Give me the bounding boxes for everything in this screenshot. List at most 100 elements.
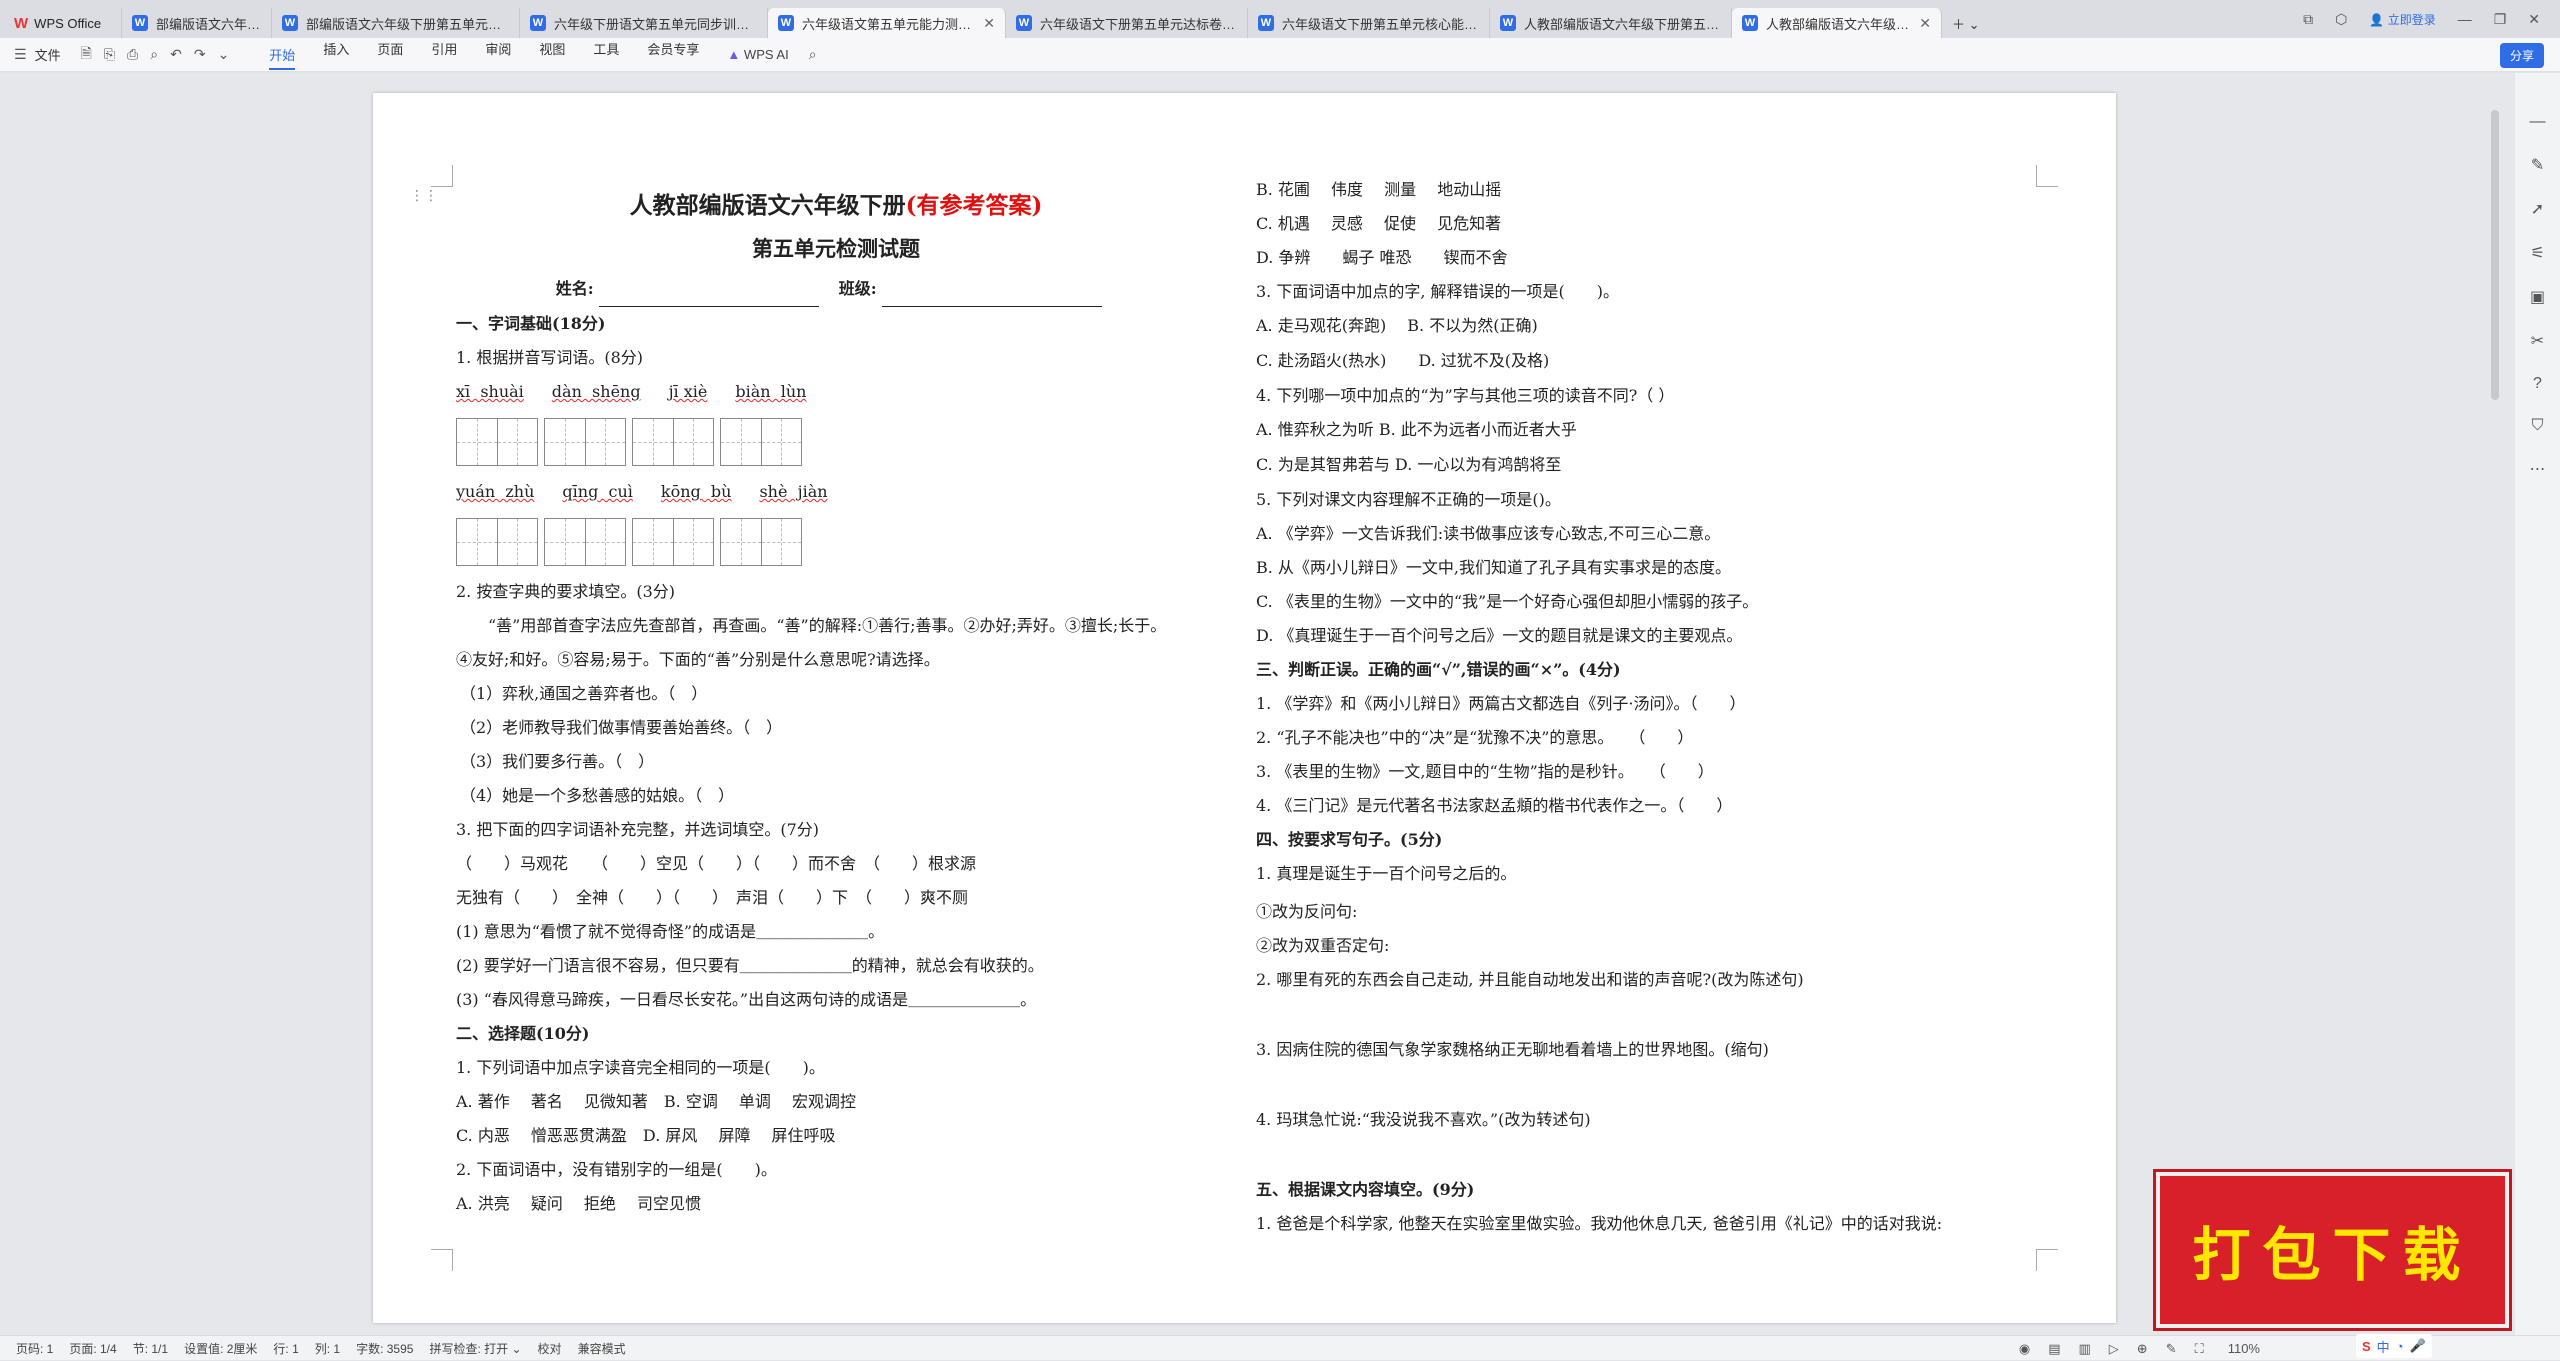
doc-tab-label: 人教部编版语文六年级下册第五单元 — [1524, 16, 1721, 32]
login-link[interactable]: 👤 立即登录 — [2369, 11, 2435, 28]
pen-icon[interactable]: ✎ — [2531, 155, 2544, 175]
ime-indicator[interactable]: S 中 ◔ 🎤 — [2356, 1334, 2432, 1358]
question-line: 3. 下面词语中加点的字, 解释错误的一项是( )。 — [1256, 282, 1620, 301]
menu-tab[interactable]: 视图 — [539, 39, 565, 70]
more-icon[interactable]: ⋯ — [2530, 459, 2546, 479]
sliders-icon[interactable]: ⚟ — [2530, 243, 2544, 263]
right-column: B. 花圃 伟度 测量 地动山摇 C. 机遇 灵感 促使 见危知著 D. 争辨 蝎子… — [1256, 173, 2056, 1241]
restore-icon[interactable]: ❐ — [2494, 11, 2507, 28]
choice-2-a: A. 洪亮 疑问 拒绝 司空见惯 — [456, 1194, 701, 1213]
doc-title: 人教部编版语文六年级下册(有参考答案) — [456, 185, 1216, 227]
question-2-item: （3）我们要多行善。（ ） — [460, 752, 655, 771]
doc-tab-label: 六年级下册语文第五单元同步训练卷 — [554, 16, 757, 32]
cursor-icon[interactable]: ➚ — [2531, 199, 2544, 219]
promo-text: 打包下载 — [2192, 1221, 2473, 1289]
share-button[interactable]: 分享 — [2499, 43, 2544, 68]
image-icon[interactable]: ▣ — [2530, 287, 2545, 307]
name-blank — [599, 287, 820, 307]
menu-tab[interactable]: 审阅 — [485, 39, 511, 70]
export-icon[interactable]: ⎘ — [104, 46, 115, 63]
help-icon[interactable]: ? — [2533, 375, 2542, 393]
close-tab-icon[interactable]: ✕ — [983, 15, 995, 32]
question-3-items: (1) 意思为“看惯了就不觉得奇怪”的成语是＿＿＿＿＿＿＿。 (2) 要学好一门语… — [456, 915, 1216, 1017]
section-heading: 四、按要求写句子。(5分) — [1256, 830, 1443, 849]
drag-handle-icon[interactable]: ⋮⋮ — [410, 187, 438, 204]
margin-corner-tl — [431, 165, 453, 187]
read-view-icon[interactable]: ▥ — [2078, 1341, 2090, 1357]
mic-icon: 🎤 — [2409, 1338, 2426, 1353]
close-window-icon[interactable]: ✕ — [2528, 11, 2540, 28]
search-icon[interactable]: ⌕ — [809, 46, 817, 63]
doc-tab[interactable]: W 六年级语文第五单元能力测试卷（ ✕ — [768, 8, 1006, 38]
question-2-item: （1）弈秋,通国之善弈者也。（ ） — [460, 684, 708, 703]
writing-grid — [632, 418, 714, 466]
login-label: 立即登录 — [2387, 12, 2436, 27]
question-3-item: (2) 要学好一门语言很不容易，但只要有＿＿＿＿＿＿＿的精神，就总会有收获的。 — [456, 956, 1044, 975]
document-page[interactable]: 人教部编版语文六年级下册(有参考答案) 第五单元检测试题 姓名: 班级: 一、字… — [373, 93, 2116, 1323]
hamburger-menu-icon[interactable]: ☰ — [14, 46, 27, 63]
file-menu[interactable]: 文件 — [35, 45, 61, 64]
redo-icon[interactable]: ↷ — [194, 46, 206, 63]
doc-tab[interactable]: W 六年级语文下册第五单元达标卷（有答 — [1006, 8, 1248, 38]
play-icon[interactable]: ▷ — [2109, 1341, 2119, 1357]
status-col: 列: 1 — [314, 1341, 341, 1356]
menu-tab[interactable]: 工具 — [593, 39, 619, 70]
minus-icon[interactable]: — — [2530, 113, 2546, 131]
print-icon[interactable]: ⎙ — [127, 46, 138, 63]
wps-ai-icon: ▲ — [727, 47, 741, 62]
rewrite-question: 3. 因病住院的德国气象学家魏格纳正无聊地看着墙上的世界地图。(缩句) — [1256, 1040, 1769, 1059]
status-words[interactable]: 字数: 3595 — [356, 1340, 413, 1357]
status-spellcheck[interactable]: 拼写检查: 打开 ⌄ — [429, 1340, 521, 1357]
cube-icon[interactable]: ⬡ — [2335, 11, 2347, 28]
print-preview-icon[interactable]: ⌕ — [150, 46, 158, 63]
section-5-q1: 1. 爸爸是个科学家, 他整天在实验室里做实验。我劝他休息几天, 爸爸引用《礼记… — [1256, 1214, 1943, 1233]
rewrite-question: 2. 哪里有死的东西会自己走动, 并且能自动地发出和谐的声音呢?(改为陈述句) — [1256, 970, 1804, 989]
status-proof[interactable]: 校对 — [538, 1340, 562, 1357]
fit-icon[interactable]: ⛶ — [2195, 1341, 2204, 1357]
doc-tab[interactable]: W 人教部编版语文六年级下册第五 ✕ — [1732, 8, 1942, 38]
menu-tab[interactable]: 插入 — [323, 39, 349, 70]
scrollbar-thumb[interactable] — [2491, 110, 2499, 400]
zoom-level[interactable]: 110% — [2228, 1341, 2260, 1356]
download-promo-banner[interactable]: 打包下载 — [2156, 1172, 2509, 1328]
new-tab-button[interactable]: ＋ ⌄ — [1942, 8, 1990, 38]
tools-icon[interactable]: ✂ — [2531, 331, 2544, 351]
question-line: C. 赴汤蹈火(热水) D. 过犹不及(及格) — [1256, 351, 1550, 370]
question-line: C. 机遇 灵感 促使 见危知著 — [1256, 214, 1502, 233]
save-icon[interactable]: 🗎 — [81, 43, 92, 67]
writing-grid — [720, 418, 802, 466]
doc-tab[interactable]: W 人教部编版语文六年级下册第五单元 — [1490, 8, 1732, 38]
menu-tab[interactable]: 引用 — [431, 39, 457, 70]
wps-home-tab[interactable]: W WPS Office — [0, 8, 122, 38]
writing-grid — [632, 518, 714, 566]
doc-tab-label: 六年级语文下册第五单元核心能力达 — [1282, 16, 1479, 32]
doc-tab[interactable]: W 六年级下册语文第五单元同步训练卷 — [520, 8, 768, 38]
menu-tab[interactable]: 开始 — [269, 39, 296, 70]
close-tab-icon[interactable]: ✕ — [1919, 15, 1931, 32]
status-right: ◉ ▤ ▥ ▷ ⊕ ✎ ⛶ 110% — [2019, 1336, 2260, 1361]
question-2-item: （4）她是一个多愁善感的姑娘。（ ） — [460, 786, 735, 805]
menu-tab[interactable]: 页面 — [377, 39, 403, 70]
minimize-icon[interactable]: — — [2458, 11, 2472, 27]
doc-tab[interactable]: W 部编版语文六年级下册第五单元综合 — [122, 8, 272, 38]
doc-tab[interactable]: W 部编版语文六年级下册第五单元综合 — [272, 8, 520, 38]
writing-grid — [544, 418, 626, 466]
wps-ai-button[interactable]: ▲ WPS AI — [727, 47, 788, 62]
undo-icon[interactable]: ↶ — [170, 46, 182, 63]
tab-bar: W WPS Office W 部编版语文六年级下册第五单元综合 W 部编版语文六年级下… — [0, 0, 2560, 38]
more-dropdown-icon[interactable]: ⌄ — [218, 46, 230, 63]
menu-tab[interactable]: 会员专享 — [647, 39, 699, 70]
doc-tab[interactable]: W 六年级语文下册第五单元核心能力达 — [1248, 8, 1490, 38]
word-doc-icon: W — [282, 15, 298, 31]
section-2-heading: 二、选择题(10分) — [456, 1024, 590, 1043]
status-pages[interactable]: 页面: 1/4 — [69, 1340, 116, 1357]
choice-1-ab: A. 著作 著名 见微知著 B. 空调 单调 宏观调控 — [456, 1092, 857, 1111]
ribbon-toolbar: ☰ 文件 🗎 ⎘ ⎙ ⌕ ↶ ↷ ⌄ 开始 插入 页面 引用 审阅 视图 工具 会员专享 ▲ … — [0, 38, 2560, 72]
page-view-icon[interactable]: ▤ — [2048, 1341, 2060, 1357]
question-3: 3. 把下面的四字词语补充完整，并选词填空。(7分) — [456, 820, 820, 839]
window-layout-icon[interactable]: ⧉ — [2303, 11, 2313, 28]
bookmark-icon[interactable]: ⛉ — [2531, 417, 2543, 435]
pen-view-icon[interactable]: ✎ — [2166, 1341, 2177, 1357]
web-view-icon[interactable]: ⊕ — [2137, 1341, 2148, 1357]
eye-icon[interactable]: ◉ — [2019, 1341, 2030, 1357]
